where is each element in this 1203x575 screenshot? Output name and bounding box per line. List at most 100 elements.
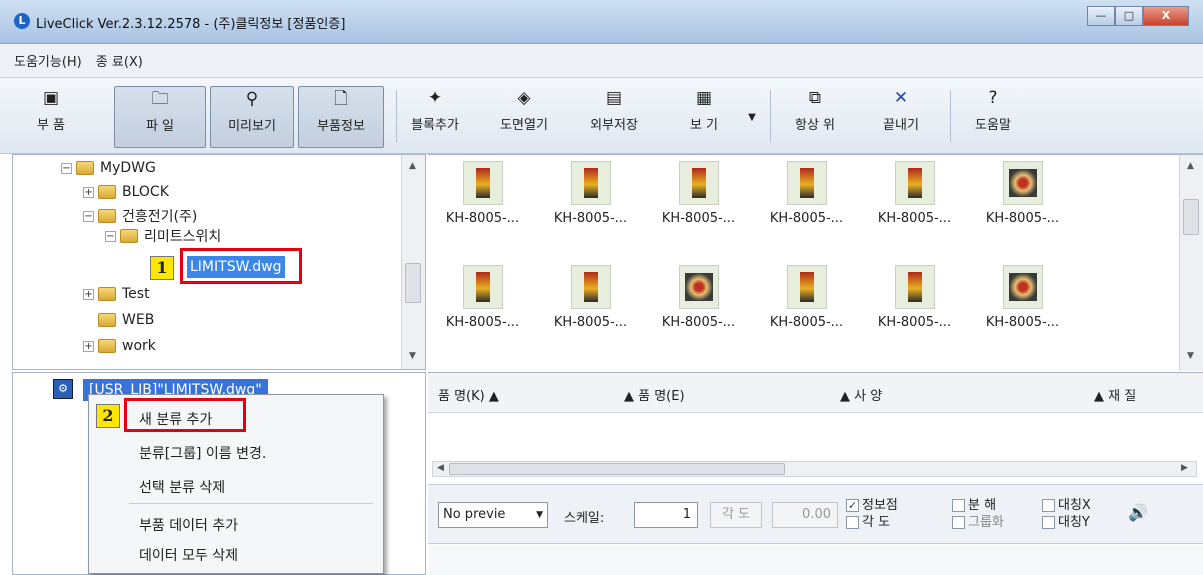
thumbnail-item[interactable]: KH-8005-... [646, 161, 751, 226]
minimize-button[interactable]: — [1087, 6, 1115, 26]
column-header-spec[interactable]: ▲ 사 양 [840, 385, 882, 404]
tree-item-limit-switch[interactable]: − 리미트스위치 [105, 229, 221, 243]
document-icon: 🗋 [334, 89, 348, 109]
status-area [428, 545, 1203, 575]
tree-item-label: BLOCK [122, 184, 169, 200]
folder-icon [98, 287, 116, 301]
thumbnail-item[interactable]: KH-8005-... [538, 265, 643, 330]
preview-mode-select[interactable]: No previe ▼ [438, 502, 548, 528]
view-button[interactable]: ▦ 보 기 [674, 86, 734, 148]
thumbnail-item[interactable]: KH-8005-... [970, 161, 1075, 226]
exit-label: 끝내기 [883, 118, 919, 133]
thumbnail-label: KH-8005-... [877, 211, 952, 226]
thumbnail-item[interactable]: KH-8005-... [646, 265, 751, 330]
scrollbar-thumb[interactable] [405, 263, 421, 303]
tree-item-work[interactable]: + work [83, 335, 156, 357]
mirror-x-checkbox[interactable] [1042, 499, 1055, 512]
thumbnail-item[interactable]: KH-8005-... [754, 265, 859, 330]
folder-icon [98, 185, 116, 199]
folder-icon [120, 229, 138, 243]
tree-item-test[interactable]: + Test [83, 283, 150, 305]
scroll-down-icon[interactable]: ▼ [409, 351, 416, 361]
always-on-top-button[interactable]: ⧉ 항상 위 [780, 86, 850, 148]
maximize-button[interactable]: □ [1115, 6, 1143, 26]
menu-item-add-part-data[interactable]: 부품 데이터 추가 [139, 515, 238, 535]
open-drawing-button[interactable]: ◈ 도면열기 [486, 86, 562, 148]
drawing-thumbnail [678, 161, 719, 205]
thumbnail-item[interactable]: KH-8005-... [430, 161, 535, 226]
scroll-left-icon[interactable]: ◀ [437, 463, 444, 473]
tree-scrollbar[interactable]: ▲ ▼ [401, 155, 425, 369]
folder-icon [98, 339, 116, 353]
scroll-right-icon[interactable]: ▶ [1181, 463, 1188, 473]
preview-options-bar: No previe ▼ 스케일: 1 각 도 0.00 ✓ 정보점 각 도 분 … [428, 484, 1203, 544]
view-grid-icon: ▦ [695, 88, 713, 108]
angle-checkbox[interactable] [846, 516, 859, 529]
angle-input[interactable]: 0.00 [772, 502, 838, 528]
folder-icon [76, 161, 94, 175]
thumbnail-item[interactable]: KH-8005-... [862, 161, 967, 226]
expand-icon[interactable]: + [83, 186, 94, 198]
thumbnail-item[interactable]: KH-8005-... [538, 161, 643, 226]
exit-button[interactable]: ✕ 끝내기 [870, 86, 932, 148]
parts-list: 품 명(K) ▲ ▲ 품 명(E) ▲ 사 양 ▲ 재 질 ◀ ▶ [428, 372, 1203, 482]
tree-item-web[interactable]: WEB [98, 309, 154, 331]
folder-icon [98, 313, 116, 327]
grid-scrollbar[interactable]: ▲ ▼ [1179, 155, 1203, 371]
drawing-thumbnail [894, 265, 935, 309]
mirror-y-checkbox[interactable] [1042, 516, 1055, 529]
parts-button[interactable]: ▣ 부 품 [20, 86, 82, 148]
menu-item-delete-all[interactable]: 데이터 모두 삭제 [139, 545, 238, 565]
drawing-thumbnail [786, 265, 827, 309]
expand-icon[interactable]: + [83, 288, 94, 300]
drawing-thumbnail [462, 161, 503, 205]
window-title: LiveClick Ver.2.3.12.2578 - (주)클릭정보 [정품인… [36, 17, 346, 32]
thumbnail-item[interactable]: KH-8005-... [754, 161, 859, 226]
menu-item-delete-category[interactable]: 선택 분류 삭제 [139, 477, 225, 497]
info-point-checkbox[interactable]: ✓ [846, 499, 859, 512]
tree-item-geonheung[interactable]: − 건흥전기(주) [83, 205, 197, 227]
scroll-up-icon[interactable]: ▲ [1187, 161, 1194, 171]
collapse-icon[interactable]: − [83, 210, 94, 222]
group-label: 그룹화 [968, 515, 1004, 530]
view-dropdown[interactable]: ▼ [740, 86, 764, 148]
scroll-down-icon[interactable]: ▼ [1187, 351, 1194, 361]
thumbnail-item[interactable]: KH-8005-... [862, 265, 967, 330]
menu-help[interactable]: 도움기능(H) [14, 51, 82, 70]
tree-item-block[interactable]: + BLOCK [83, 181, 169, 203]
file-button[interactable]: 🗀 파 일 [114, 86, 206, 148]
thumbnail-item[interactable]: KH-8005-... [970, 265, 1075, 330]
explode-checkbox[interactable] [952, 499, 965, 512]
group-checkbox[interactable] [952, 516, 965, 529]
scrollbar-thumb[interactable] [1183, 199, 1199, 235]
column-header-material[interactable]: ▲ 재 질 [1094, 385, 1136, 404]
collapse-icon[interactable]: − [61, 162, 72, 174]
help-button[interactable]: ? 도움말 [962, 86, 1024, 148]
thumbnail-item[interactable]: KH-8005-... [430, 265, 535, 330]
scale-input[interactable]: 1 [634, 502, 698, 528]
external-save-button[interactable]: ▤ 외부저장 [576, 86, 652, 148]
external-save-label: 외부저장 [590, 118, 638, 133]
callout-highlight-1 [180, 248, 302, 284]
speaker-icon[interactable]: 🔊 [1128, 503, 1148, 522]
expand-icon[interactable]: + [83, 340, 94, 352]
menu-item-rename-group[interactable]: 분류[그룹] 이름 변경. [139, 443, 266, 463]
list-horizontal-scrollbar[interactable]: ◀ ▶ [432, 461, 1197, 477]
scroll-up-icon[interactable]: ▲ [409, 161, 416, 171]
help-icon: ? [988, 88, 998, 108]
preview-button[interactable]: ⚲ 미리보기 [210, 86, 294, 148]
parts-label: 부 품 [36, 118, 66, 133]
collapse-icon[interactable]: − [105, 230, 116, 242]
thumbnail-label: KH-8005-... [769, 211, 844, 226]
tree-item-mydwg[interactable]: − MyDWG [61, 157, 156, 179]
callout-highlight-2 [124, 398, 246, 432]
menu-exit[interactable]: 종 료(X) [96, 51, 143, 70]
column-header-name-en[interactable]: ▲ 품 명(E) [624, 385, 685, 404]
column-header-name-kr[interactable]: 품 명(K) ▲ [438, 385, 499, 404]
close-window-button[interactable]: X [1143, 6, 1189, 26]
tree-item-label: 건흥전기(주) [122, 209, 198, 225]
part-info-button[interactable]: 🗋 부품정보 [298, 86, 384, 148]
add-block-button[interactable]: ✦ 블록추가 [400, 86, 470, 148]
tree-item-label: WEB [122, 312, 155, 328]
scrollbar-thumb[interactable] [449, 463, 785, 475]
